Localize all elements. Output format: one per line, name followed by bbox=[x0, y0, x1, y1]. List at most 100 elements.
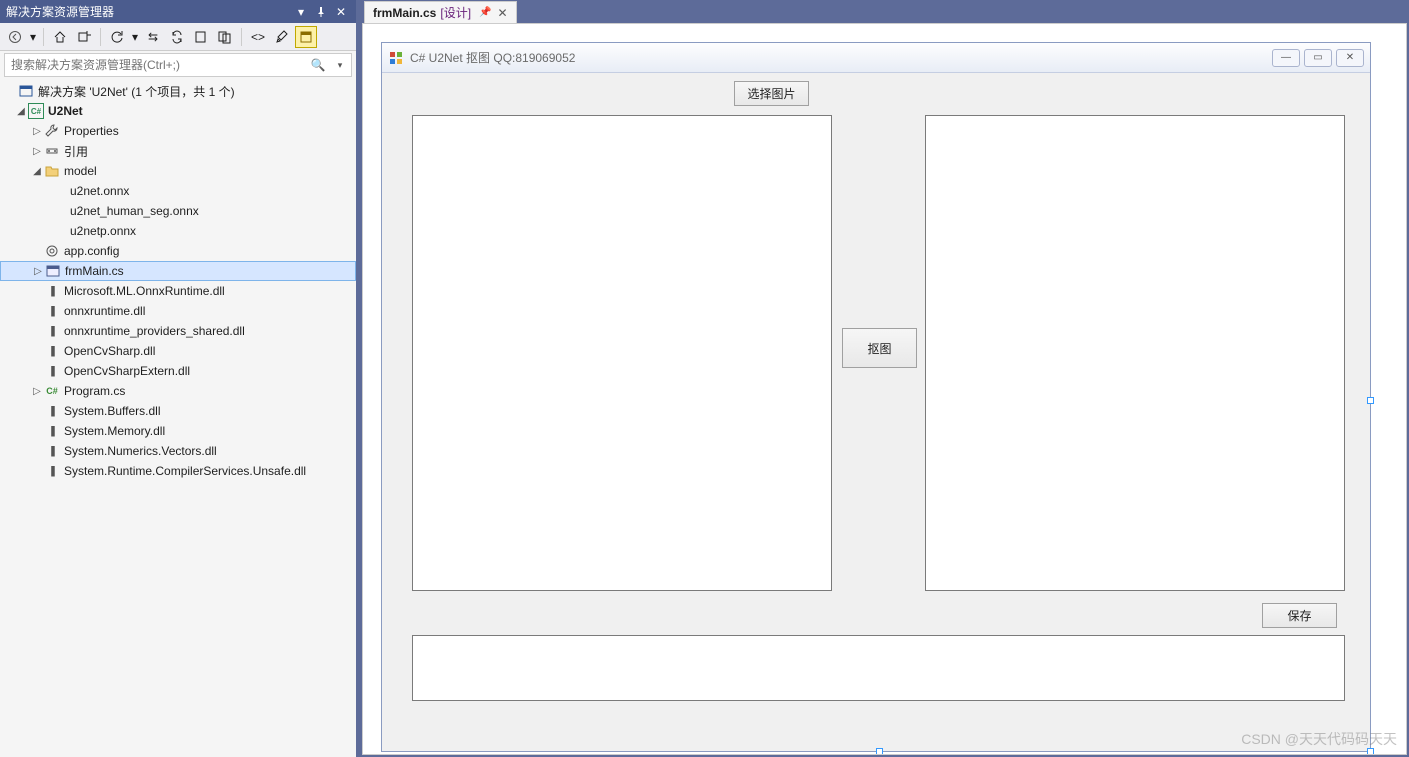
panel-close-icon[interactable]: ✕ bbox=[332, 3, 350, 21]
tree-label: System.Memory.dll bbox=[64, 424, 165, 438]
project-node[interactable]: ◢ C# U2Net bbox=[0, 101, 356, 121]
resize-handle-corner[interactable] bbox=[1367, 748, 1374, 755]
frmmain-node[interactable]: ▷ frmMain.cs bbox=[0, 261, 356, 281]
search-dropdown-icon[interactable]: ▾ bbox=[329, 60, 351, 71]
tree-label: app.config bbox=[64, 244, 119, 258]
form-app-icon bbox=[388, 50, 404, 66]
dll-icon: ||| bbox=[44, 423, 60, 439]
solution-explorer-toolbar: ▾ ▾ ⇆ <> bbox=[0, 23, 356, 51]
tab-close-icon[interactable]: ✕ bbox=[497, 6, 507, 20]
tree-label: OpenCvSharp.dll bbox=[64, 344, 155, 358]
dll-node[interactable]: |||Microsoft.ML.OnnxRuntime.dll bbox=[0, 281, 356, 301]
panel-pin-icon[interactable] bbox=[312, 3, 330, 21]
log-textbox[interactable] bbox=[412, 635, 1345, 701]
save-button[interactable]: 保存 bbox=[1262, 603, 1337, 628]
form-designer-surface[interactable]: C# U2Net 抠图 QQ:819069052 — ▭ ✕ 选择图片 抠图 保… bbox=[362, 23, 1407, 755]
tab-frmmain-design[interactable]: frmMain.cs [设计] 📌 ✕ bbox=[364, 1, 517, 23]
dll-node[interactable]: |||System.Numerics.Vectors.dll bbox=[0, 441, 356, 461]
dll-node[interactable]: ||| OpenCvSharpExtern.dll bbox=[0, 361, 356, 381]
tree-label: frmMain.cs bbox=[65, 264, 124, 278]
toolbar-refresh-icon[interactable] bbox=[106, 26, 128, 48]
tree-label: OpenCvSharpExtern.dll bbox=[64, 364, 190, 378]
form-client-area: 选择图片 抠图 保存 bbox=[382, 73, 1370, 751]
dll-icon: ||| bbox=[44, 363, 60, 379]
select-image-button[interactable]: 选择图片 bbox=[734, 81, 809, 106]
expand-icon[interactable]: ◢ bbox=[30, 166, 44, 177]
expand-icon[interactable]: ▷ bbox=[30, 386, 44, 397]
toolbar-sync2-icon[interactable] bbox=[166, 26, 188, 48]
dll-node[interactable]: |||OpenCvSharp.dll bbox=[0, 341, 356, 361]
references-node[interactable]: ▷ 引用 bbox=[0, 141, 356, 161]
dll-node[interactable]: |||onnxruntime_providers_shared.dll bbox=[0, 321, 356, 341]
tree-label: model bbox=[64, 164, 97, 178]
toolbar-properties-icon[interactable] bbox=[271, 26, 293, 48]
file-node[interactable]: u2net_human_seg.onnx bbox=[0, 201, 356, 221]
tab-file-label: frmMain.cs bbox=[373, 6, 436, 20]
tree-label: u2netp.onnx bbox=[70, 224, 136, 238]
toolbar-showall-icon[interactable] bbox=[190, 26, 212, 48]
form-icon bbox=[45, 263, 61, 279]
resize-handle-bottom[interactable] bbox=[876, 748, 883, 755]
expand-icon[interactable]: ▷ bbox=[31, 266, 45, 277]
toolbar-sync-icon[interactable] bbox=[73, 26, 95, 48]
result-picturebox[interactable] bbox=[925, 115, 1345, 591]
resize-handle-right[interactable] bbox=[1367, 397, 1374, 404]
solution-explorer-title: 解决方案资源管理器 bbox=[6, 3, 114, 20]
toolbar-dropdown2-icon[interactable]: ▾ bbox=[130, 26, 140, 48]
toolbar-home-icon[interactable] bbox=[49, 26, 71, 48]
form-close-icon[interactable]: ✕ bbox=[1336, 49, 1364, 67]
dll-node[interactable]: |||onnxruntime.dll bbox=[0, 301, 356, 321]
csproj-icon: C# bbox=[28, 103, 44, 119]
programcs-node[interactable]: ▷ C# Program.cs bbox=[0, 381, 356, 401]
solution-node[interactable]: 解决方案 'U2Net' (1 个项目，共 1 个) bbox=[0, 81, 356, 101]
tree-label: Program.cs bbox=[64, 384, 125, 398]
dll-node[interactable]: |||System.Buffers.dll bbox=[0, 401, 356, 421]
search-icon[interactable]: 🔍 bbox=[307, 58, 329, 72]
matting-button[interactable]: 抠图 bbox=[842, 328, 917, 368]
solution-icon bbox=[18, 83, 34, 99]
model-folder-node[interactable]: ◢ model bbox=[0, 161, 356, 181]
toolbar-back-icon[interactable] bbox=[4, 26, 26, 48]
form-title-text: C# U2Net 抠图 QQ:819069052 bbox=[410, 49, 575, 66]
expand-icon[interactable]: ◢ bbox=[14, 106, 28, 117]
tree-label: u2net_human_seg.onnx bbox=[70, 204, 199, 218]
expand-icon[interactable]: ▷ bbox=[30, 146, 44, 157]
dll-icon: ||| bbox=[44, 463, 60, 479]
appconfig-node[interactable]: app.config bbox=[0, 241, 356, 261]
solution-label: 解决方案 'U2Net' (1 个项目，共 1 个) bbox=[38, 83, 235, 100]
tree-label: u2net.onnx bbox=[70, 184, 129, 198]
solution-explorer-panel: 解决方案资源管理器 ▾ ✕ ▾ ▾ ⇆ bbox=[0, 0, 360, 757]
config-icon bbox=[44, 243, 60, 259]
dll-node[interactable]: |||System.Runtime.CompilerServices.Unsaf… bbox=[0, 461, 356, 481]
dll-icon: ||| bbox=[44, 443, 60, 459]
designed-form[interactable]: C# U2Net 抠图 QQ:819069052 — ▭ ✕ 选择图片 抠图 保… bbox=[381, 42, 1371, 752]
properties-node[interactable]: ▷ Properties bbox=[0, 121, 356, 141]
tree-label: onnxruntime_providers_shared.dll bbox=[64, 324, 245, 338]
file-node[interactable]: u2netp.onnx bbox=[0, 221, 356, 241]
form-maximize-icon[interactable]: ▭ bbox=[1304, 49, 1332, 67]
dll-icon: ||| bbox=[44, 303, 60, 319]
form-minimize-icon[interactable]: — bbox=[1272, 49, 1300, 67]
dll-icon: ||| bbox=[44, 283, 60, 299]
solution-search[interactable]: 🔍 ▾ bbox=[4, 53, 352, 77]
toolbar-showall2-icon[interactable] bbox=[214, 26, 236, 48]
dll-node[interactable]: ||| System.Memory.dll bbox=[0, 421, 356, 441]
dll-icon: ||| bbox=[44, 403, 60, 419]
source-picturebox[interactable] bbox=[412, 115, 832, 591]
toolbar-preview-icon[interactable] bbox=[295, 26, 317, 48]
solution-tree[interactable]: 解决方案 'U2Net' (1 个项目，共 1 个) ◢ C# U2Net ▷ … bbox=[0, 79, 356, 757]
tree-label: Properties bbox=[64, 124, 119, 138]
editor-area: frmMain.cs [设计] 📌 ✕ C# U2Net 抠图 QQ:81906… bbox=[360, 0, 1409, 757]
form-titlebar: C# U2Net 抠图 QQ:819069052 — ▭ ✕ bbox=[382, 43, 1370, 73]
panel-dropdown-icon[interactable]: ▾ bbox=[292, 3, 310, 21]
references-icon bbox=[44, 143, 60, 159]
file-node[interactable]: u2net.onnx bbox=[0, 181, 356, 201]
expand-icon[interactable]: ▷ bbox=[30, 126, 44, 137]
toolbar-dropdown-icon[interactable]: ▾ bbox=[28, 26, 38, 48]
wrench-icon bbox=[44, 123, 60, 139]
toolbar-code-icon[interactable]: <> bbox=[247, 26, 269, 48]
toolbar-collapse-icon[interactable]: ⇆ bbox=[142, 26, 164, 48]
tab-pin-icon[interactable]: 📌 bbox=[479, 7, 491, 18]
solution-search-input[interactable] bbox=[5, 56, 307, 74]
tab-suffix: [设计] bbox=[440, 4, 471, 21]
